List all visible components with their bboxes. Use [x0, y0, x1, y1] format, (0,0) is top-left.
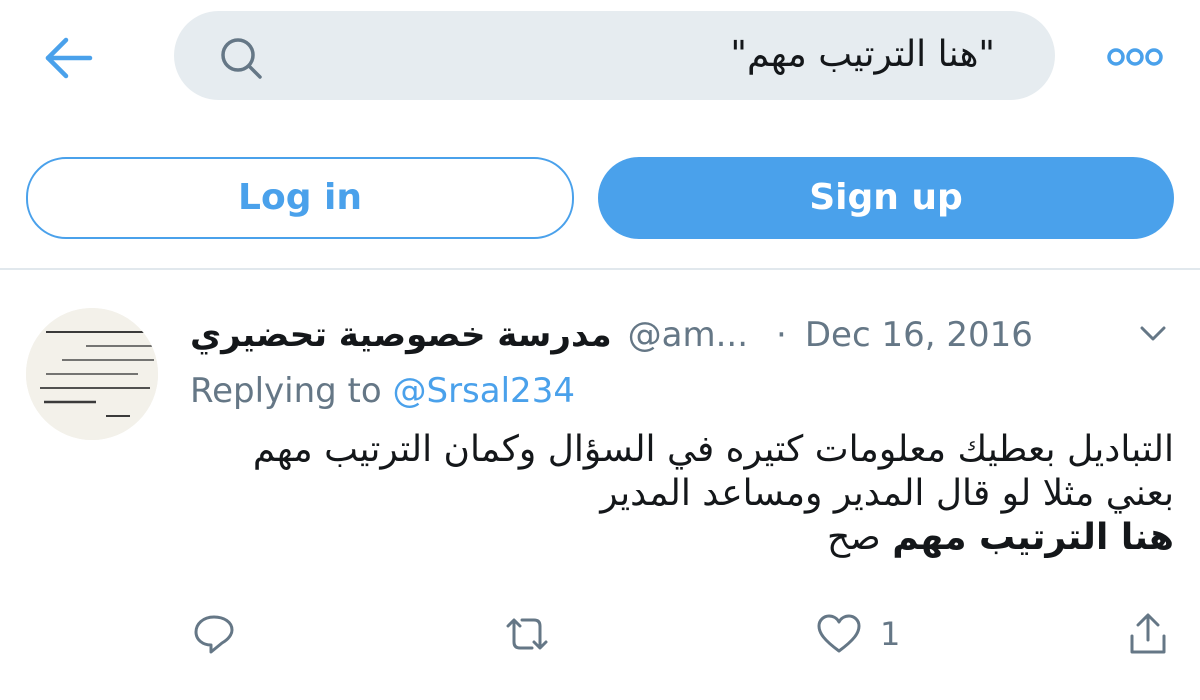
replying-label: Replying to: [190, 371, 382, 411]
more-dots-icon: [1107, 48, 1163, 66]
display-name[interactable]: مدرسة خصوصية تحضيري: [190, 315, 612, 355]
avatar[interactable]: [26, 308, 158, 440]
tweet-text-line: هنا الترتيب مهم صح: [184, 516, 1174, 560]
section-divider: [0, 268, 1200, 270]
arrow-left-icon: [45, 37, 93, 79]
replying-to-line: Replying to @Srsal234: [190, 366, 575, 416]
share-button[interactable]: [1128, 612, 1168, 656]
tweet-search-page: "هنا الترتيب مهم" Log in Sign up مدرسة خ…: [0, 0, 1200, 700]
retweet-button[interactable]: [504, 612, 550, 656]
like-button[interactable]: 1: [816, 612, 900, 656]
tweet-text-rest: صح: [826, 517, 881, 558]
share-icon: [1130, 613, 1166, 654]
tweet-text: التباديل بعطيك معلومات كتيره في السؤال و…: [184, 428, 1174, 560]
search-icon: [221, 38, 262, 79]
user-handle[interactable]: @am...: [628, 315, 748, 355]
chevron-down-icon: [1140, 326, 1166, 341]
search-query-text: "هنا الترتيب مهم": [730, 34, 995, 75]
reply-icon: [194, 615, 234, 654]
like-count: 1: [880, 615, 901, 653]
avatar-image: [26, 308, 158, 440]
tweet-text-bold: هنا الترتيب مهم: [892, 517, 1174, 558]
tweet-header: مدرسة خصوصية تحضيري @am... · Dec 16, 201…: [190, 308, 1033, 362]
more-options-button[interactable]: [1106, 45, 1164, 69]
login-button[interactable]: Log in: [26, 157, 574, 239]
search-input[interactable]: "هنا الترتيب مهم": [174, 11, 1055, 100]
back-button[interactable]: [40, 32, 96, 84]
heart-icon: [817, 614, 861, 653]
reply-button[interactable]: [192, 612, 236, 656]
signup-button[interactable]: Sign up: [598, 157, 1174, 239]
tweet-text-line: التباديل بعطيك معلومات كتيره في السؤال و…: [252, 429, 1174, 470]
replying-to-user-link[interactable]: @Srsal234: [393, 371, 575, 411]
separator-dot: ·: [776, 315, 787, 355]
tweet-text-line: بعني مثلا لو قال المدير ومساعد المدير: [600, 473, 1174, 514]
tweet-date[interactable]: Dec 16, 2016: [805, 315, 1033, 355]
retweet-icon: [506, 618, 548, 650]
tweet-menu-button[interactable]: [1138, 322, 1168, 346]
